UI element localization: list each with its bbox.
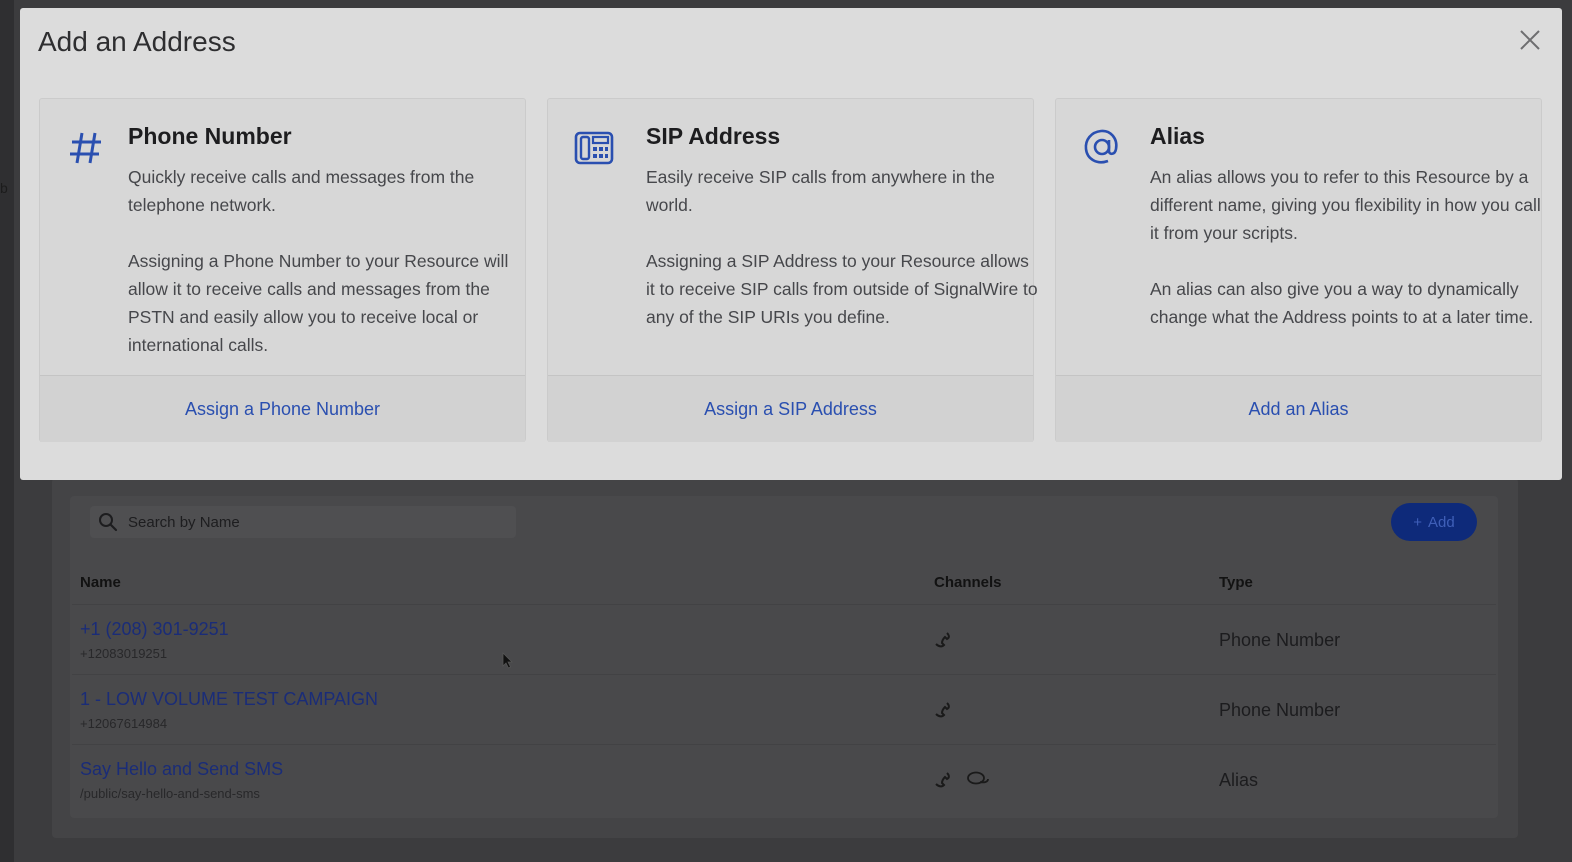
sidebar: b: [0, 0, 14, 862]
divider: [72, 674, 1496, 675]
card-paragraph: Easily receive SIP calls from anywhere i…: [646, 167, 995, 215]
table-row-subtext: +12083019251: [80, 646, 168, 661]
search-input[interactable]: [126, 512, 490, 532]
modal-title: Add an Address: [38, 26, 236, 57]
card-description: An alias allows you to refer to this Res…: [1150, 163, 1542, 359]
plus-icon: +: [1413, 513, 1423, 531]
phone-number-card: Phone Number Quickly receive calls and m…: [39, 98, 526, 442]
mouse-cursor-icon: [502, 652, 513, 669]
divider: [72, 744, 1496, 745]
sip-address-card: SIP Address Easily receive SIP calls fro…: [547, 98, 1038, 442]
add-button-label: Add: [1428, 513, 1455, 531]
phone-icon: [935, 772, 950, 788]
table-row-type: Phone Number: [1219, 700, 1341, 720]
card-paragraph: An alias allows you to refer to this Res…: [1150, 167, 1541, 243]
divider: [72, 604, 1496, 605]
fax-machine-icon: [574, 131, 614, 165]
table-row-subtext: /public/say-hello-and-send-sms: [80, 786, 260, 801]
assign-phone-number-link[interactable]: Assign a Phone Number: [185, 399, 380, 420]
card-paragraph: Quickly receive calls and messages from …: [128, 167, 475, 215]
hash-icon: [70, 132, 101, 164]
at-sign-icon: [1084, 129, 1118, 164]
assign-sip-address-link[interactable]: Assign a SIP Address: [704, 399, 877, 420]
phone-icon: [935, 702, 950, 718]
sidebar-fragment: b: [0, 180, 8, 196]
table-row-type: Alias: [1219, 770, 1259, 790]
card-footer: Add an Alias: [1056, 375, 1541, 442]
card-title: Phone Number: [128, 123, 292, 149]
table-row-name-link[interactable]: +1 (208) 301-9251: [80, 619, 229, 640]
table-row-name-link[interactable]: 1 - LOW VOLUME TEST CAMPAIGN: [80, 689, 378, 710]
card-description: Quickly receive calls and messages from …: [128, 163, 520, 387]
card-footer: Assign a SIP Address: [548, 375, 1033, 442]
column-header-type: Type: [1219, 574, 1253, 591]
table-row-subtext: +12067614984: [80, 716, 168, 731]
search-box[interactable]: [90, 506, 516, 538]
chat-icon: [967, 771, 989, 785]
column-header-name[interactable]: Name: [80, 574, 121, 591]
card-title: SIP Address: [646, 123, 781, 149]
search-icon: [99, 513, 118, 532]
card-footer: Assign a Phone Number: [40, 375, 525, 442]
card-paragraph: Assigning a Phone Number to your Resourc…: [128, 251, 509, 355]
card-title: Alias: [1150, 123, 1205, 149]
column-header-channels: Channels: [934, 574, 1002, 591]
table-row-type: Phone Number: [1219, 630, 1341, 650]
card-paragraph: Assigning a SIP Address to your Resource…: [646, 251, 1038, 327]
table-row-name-link[interactable]: Say Hello and Send SMS: [80, 759, 283, 780]
add-address-modal: Add an Address Phone Number Quickly rece…: [20, 8, 1562, 480]
addresses-table-card: [70, 496, 1498, 818]
add-alias-link[interactable]: Add an Alias: [1248, 399, 1348, 420]
alias-card: Alias An alias allows you to refer to th…: [1055, 98, 1542, 442]
add-address-button[interactable]: + Add: [1391, 503, 1477, 541]
close-icon[interactable]: [1518, 28, 1542, 52]
card-description: Easily receive SIP calls from anywhere i…: [646, 163, 1038, 359]
card-paragraph: An alias can also give you a way to dyna…: [1150, 279, 1534, 327]
phone-icon: [935, 632, 950, 648]
